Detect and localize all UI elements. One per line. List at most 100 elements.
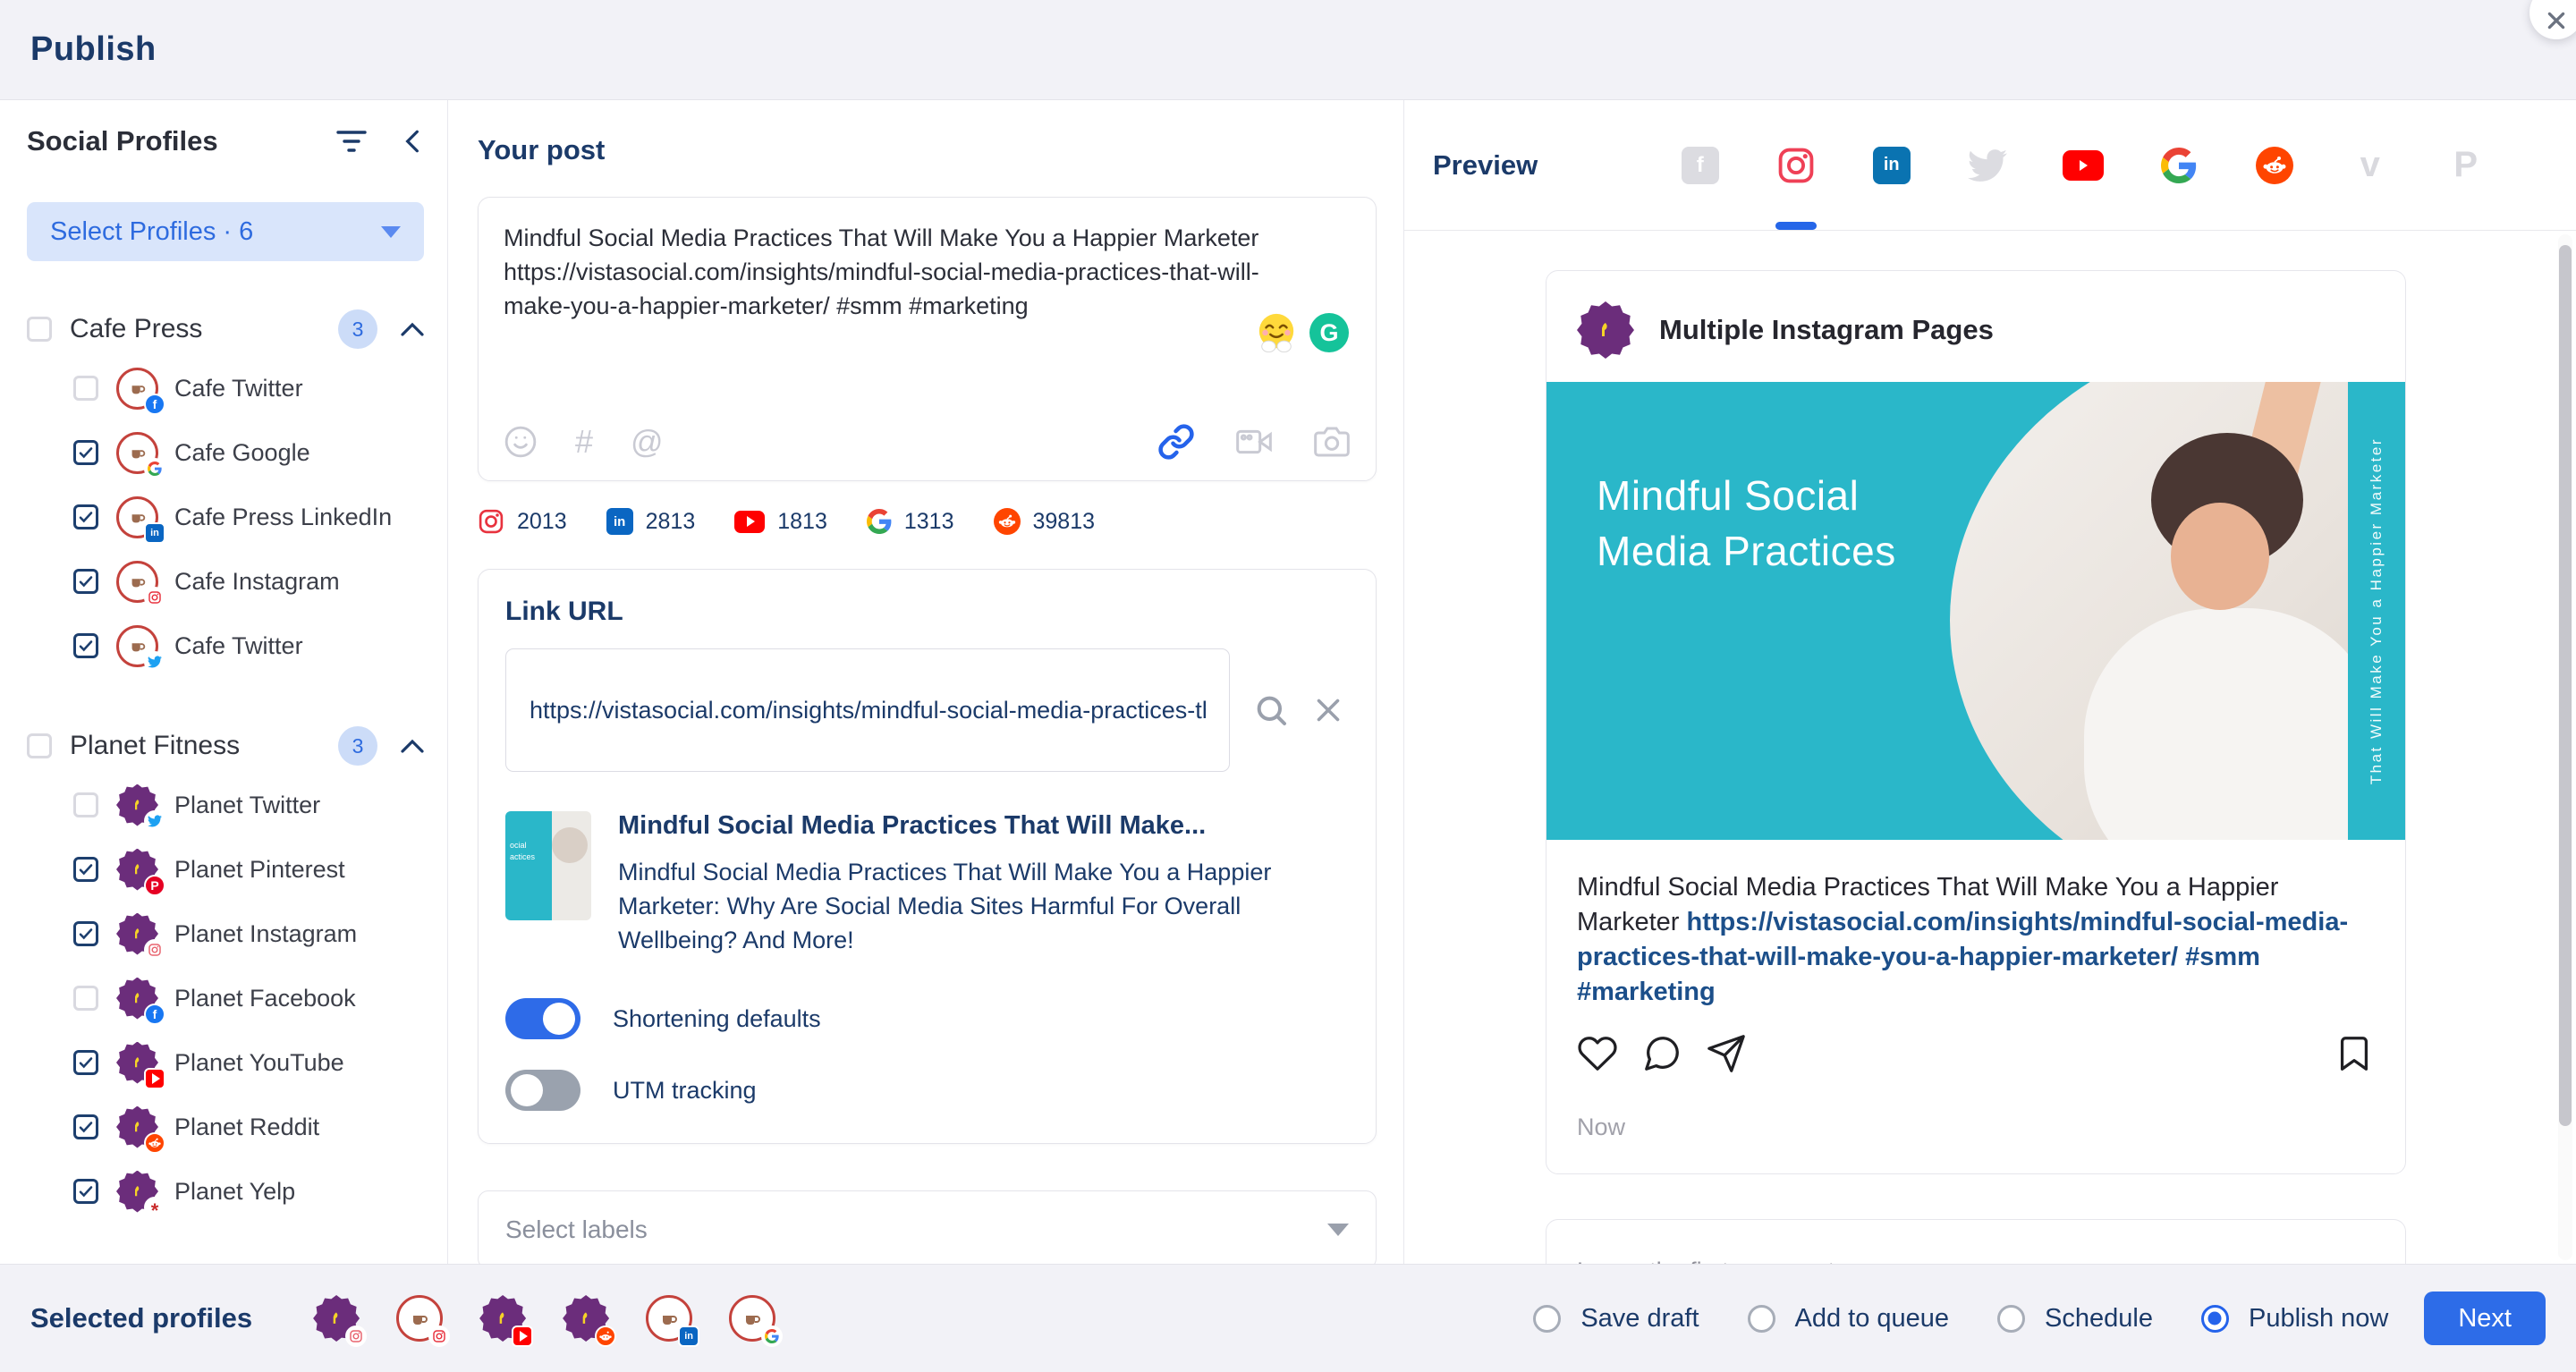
profile-checkbox[interactable]	[73, 376, 98, 401]
profile-checkbox[interactable]	[73, 440, 98, 465]
radio-icon-selected[interactable]	[2201, 1305, 2229, 1333]
group-header-planet-fitness[interactable]: Planet Fitness 3	[27, 726, 424, 766]
option-save-draft[interactable]: Save draft	[1533, 1304, 1699, 1334]
tab-vimeo[interactable]: v	[2322, 100, 2418, 230]
vimeo-icon: v	[2360, 145, 2380, 185]
avatar: P	[116, 849, 158, 891]
profile-checkbox[interactable]	[73, 569, 98, 594]
like-icon[interactable]	[1577, 1033, 1618, 1074]
count-google: 1313	[867, 509, 954, 535]
avatar	[116, 784, 158, 826]
list-item[interactable]: Planet Reddit	[27, 1095, 424, 1159]
chevron-down-icon	[1327, 1224, 1349, 1236]
emoji-picker-icon[interactable]	[504, 425, 538, 459]
select-profiles-dropdown[interactable]: Select Profiles · 6	[27, 202, 424, 261]
profile-checkbox[interactable]	[73, 633, 98, 658]
collapse-sidebar-icon[interactable]	[401, 128, 424, 155]
photo-camera-icon[interactable]	[1313, 424, 1351, 460]
google-icon	[867, 509, 892, 534]
list-item[interactable]: in Cafe Press LinkedIn	[27, 485, 424, 549]
radio-icon[interactable]	[1997, 1305, 2025, 1333]
mention-icon[interactable]: @	[631, 423, 664, 461]
composer-column: Your post Mindful Social Media Practices…	[448, 100, 1404, 1264]
youtube-icon	[144, 1068, 165, 1089]
scrollbar[interactable]	[2558, 234, 2572, 1260]
tab-pinterest[interactable]: P	[2418, 100, 2513, 230]
link-url-input[interactable]	[505, 648, 1230, 772]
tab-reddit[interactable]	[2226, 100, 2322, 230]
profile-label: Cafe Google	[174, 439, 310, 467]
radio-icon[interactable]	[1748, 1305, 1775, 1333]
grammarly-icon[interactable]: G	[1309, 313, 1349, 352]
hashtag-icon[interactable]: #	[575, 423, 593, 461]
list-item[interactable]: Cafe Twitter	[27, 614, 424, 678]
list-item[interactable]: Cafe Google	[27, 420, 424, 485]
avatar	[116, 1042, 158, 1084]
preview-scroll-area: Multiple Instagram Pages Mindful Social …	[1404, 231, 2576, 1264]
share-icon[interactable]	[1706, 1033, 1747, 1074]
list-item[interactable]: f Cafe Twitter	[27, 356, 424, 420]
tab-facebook[interactable]: f	[1652, 100, 1748, 230]
comment-icon[interactable]	[1641, 1033, 1682, 1074]
profile-checkbox[interactable]	[73, 986, 98, 1011]
option-publish-now[interactable]: Publish now	[2201, 1304, 2388, 1334]
chevron-up-icon[interactable]	[401, 739, 424, 753]
list-item[interactable]: Planet YouTube	[27, 1030, 424, 1095]
tab-google[interactable]	[2131, 100, 2226, 230]
link-preview: ocialactices Mindful Social Media Practi…	[505, 811, 1349, 957]
linkedin-icon: in	[1873, 147, 1911, 184]
tab-linkedin[interactable]: in	[1843, 100, 1939, 230]
tab-twitter[interactable]	[1939, 100, 2035, 230]
list-item[interactable]: * Planet Yelp	[27, 1159, 424, 1224]
select-labels-dropdown[interactable]: Select labels	[478, 1190, 1377, 1264]
video-icon[interactable]	[1234, 424, 1274, 460]
group-checkbox[interactable]	[27, 733, 52, 758]
link-preview-title: Mindful Social Media Practices That Will…	[618, 811, 1307, 841]
linkedin-icon: in	[606, 508, 633, 535]
scrollbar-thumb[interactable]	[2559, 245, 2572, 1126]
tab-instagram[interactable]	[1748, 100, 1843, 230]
post-timestamp: Now	[1546, 1074, 2405, 1173]
select-labels-placeholder: Select labels	[505, 1215, 648, 1244]
next-button[interactable]: Next	[2424, 1292, 2546, 1345]
link-icon[interactable]	[1157, 423, 1195, 461]
search-icon[interactable]	[1253, 692, 1289, 728]
profile-label: Planet Pinterest	[174, 856, 345, 884]
toggle-label: Shortening defaults	[613, 1005, 821, 1033]
google-icon	[144, 458, 165, 479]
group-header-cafe-press[interactable]: Cafe Press 3	[27, 309, 424, 349]
radio-icon[interactable]	[1533, 1305, 1561, 1333]
option-schedule[interactable]: Schedule	[1997, 1304, 2153, 1334]
caption-link[interactable]: https://vistasocial.com/insights/mindful…	[1577, 908, 2348, 1006]
list-item[interactable]: P Planet Pinterest	[27, 837, 424, 902]
comment-box-card[interactable]: Leave the first comment	[1546, 1219, 2406, 1264]
profile-checkbox[interactable]	[73, 1050, 98, 1075]
post-text[interactable]: Mindful Social Media Practices That Will…	[504, 221, 1313, 323]
chevron-up-icon[interactable]	[401, 322, 424, 336]
option-add-to-queue[interactable]: Add to queue	[1748, 1304, 1950, 1334]
bookmark-icon[interactable]	[2334, 1033, 2375, 1074]
main-area: Social Profiles Select Profiles · 6 Cafe…	[0, 100, 2576, 1264]
utm-tracking-toggle[interactable]	[505, 1070, 580, 1111]
tab-youtube[interactable]	[2035, 100, 2131, 230]
group-checkbox[interactable]	[27, 317, 52, 342]
profile-checkbox[interactable]	[73, 857, 98, 882]
list-item[interactable]: Cafe Instagram	[27, 549, 424, 614]
profile-checkbox[interactable]	[73, 504, 98, 529]
avatar: in	[646, 1295, 692, 1342]
profile-checkbox[interactable]	[73, 921, 98, 946]
profile-checkbox[interactable]	[73, 1114, 98, 1139]
post-editor[interactable]: Mindful Social Media Practices That Will…	[478, 197, 1377, 481]
profile-label: Cafe Twitter	[174, 375, 303, 402]
shortening-defaults-toggle[interactable]	[505, 998, 580, 1039]
profile-checkbox[interactable]	[73, 1179, 98, 1204]
list-item[interactable]: Planet Instagram	[27, 902, 424, 966]
list-item[interactable]: f Planet Facebook	[27, 966, 424, 1030]
filter-icon[interactable]	[336, 130, 367, 153]
facebook-icon: f	[144, 1004, 165, 1025]
sidebar-title: Social Profiles	[27, 125, 218, 157]
profile-checkbox[interactable]	[73, 792, 98, 817]
link-preview-thumbnail: ocialactices	[505, 811, 591, 920]
list-item[interactable]: Planet Twitter	[27, 773, 424, 837]
clear-url-icon[interactable]	[1312, 694, 1344, 726]
